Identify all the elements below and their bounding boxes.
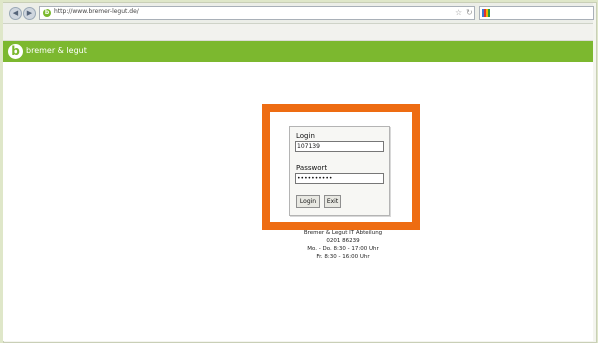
browser-toolbar: ◀ ▶ b http://www.bremer-legut.de/ ☆ ↻ (3, 3, 594, 24)
info-department: Bremer & Legut IT Abteilung (303, 230, 383, 236)
back-icon[interactable]: ◀ (9, 7, 22, 20)
bookmark-star-icon[interactable]: ☆ (455, 9, 462, 17)
login-form: Login 107139 Passwort •••••••••• Login E… (289, 126, 390, 216)
login-label: Login (296, 132, 315, 140)
url-bar[interactable]: b http://www.bremer-legut.de/ (39, 6, 475, 20)
forward-icon[interactable]: ▶ (23, 7, 36, 20)
exit-button[interactable]: Exit (324, 195, 341, 208)
bookmarks-bar (3, 24, 593, 41)
site-header: b bremer & legut (3, 41, 593, 62)
info-hours-weekday: Mo. - Do. 8:30 - 17:00 Uhr (307, 246, 379, 252)
url-text: http://www.bremer-legut.de/ (54, 8, 139, 15)
search-box[interactable] (479, 6, 594, 20)
login-input[interactable]: 107139 (295, 141, 384, 152)
password-label: Passwort (296, 164, 328, 172)
password-input[interactable]: •••••••••• (295, 173, 384, 184)
info-phone: 0201 86239 (326, 238, 360, 244)
logo-text: bremer & legut (26, 46, 87, 55)
info-hours-friday: Fr. 8:30 - 16:00 Uhr (316, 254, 370, 260)
reload-icon[interactable]: ↻ (466, 9, 473, 17)
search-engine-icon (482, 9, 490, 17)
favicon-icon: b (43, 9, 51, 17)
login-button[interactable]: Login (296, 195, 320, 208)
logo-icon: b (8, 44, 23, 59)
